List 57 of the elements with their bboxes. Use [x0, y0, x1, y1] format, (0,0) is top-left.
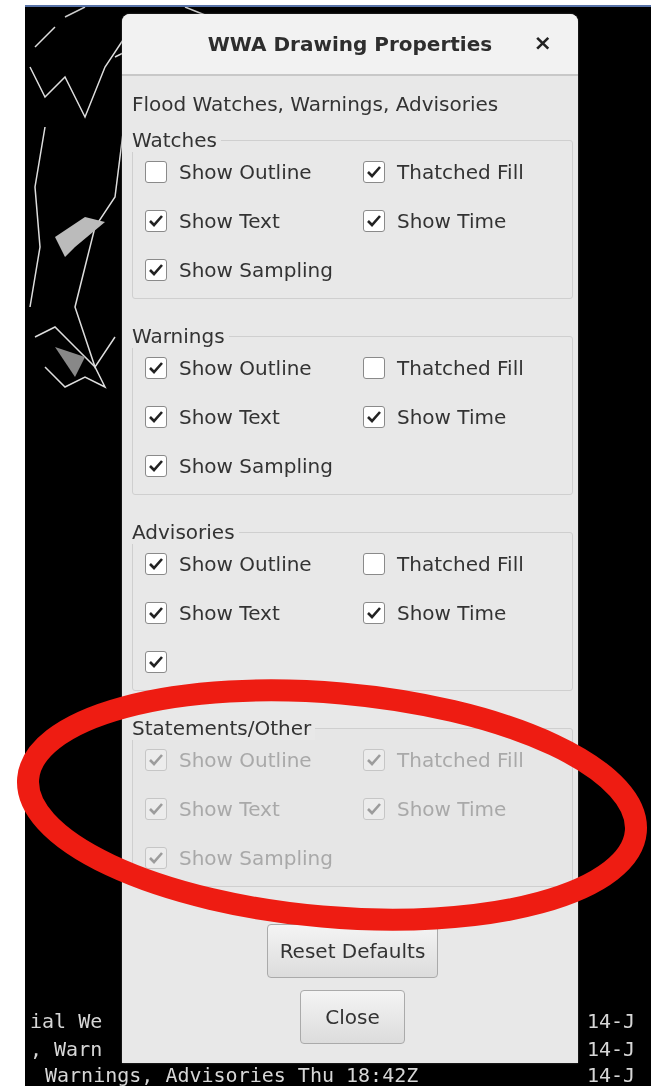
checked-checkbox[interactable]	[145, 356, 167, 379]
checked-checkbox[interactable]	[363, 209, 385, 232]
checkbox-label[interactable]: Thatched Fill	[397, 551, 524, 576]
checkbox-label[interactable]: Show Time	[397, 600, 507, 625]
checkmark-icon	[366, 213, 382, 228]
checkbox-label[interactable]: Show Sampling	[179, 257, 333, 282]
log-date: 14-J	[587, 1038, 636, 1060]
checkmark-icon	[148, 801, 164, 816]
checkmark-icon	[366, 801, 382, 816]
log-date: 14-J	[587, 1064, 636, 1086]
checked-checkbox[interactable]	[145, 258, 167, 281]
checkmark-icon	[366, 164, 382, 179]
checkmark-icon	[148, 213, 164, 228]
checked-checkbox[interactable]	[145, 552, 167, 575]
checkbox[interactable]	[363, 356, 385, 379]
checkmark-icon	[148, 605, 164, 620]
close-button[interactable]: ×	[529, 30, 556, 55]
log-text: Warnings, Advisories Thu 18:42Z	[45, 1064, 419, 1086]
checkmark-icon	[366, 409, 382, 424]
checked-checkbox[interactable]	[363, 405, 385, 428]
log-text: , Warn	[30, 1038, 103, 1060]
checkmark-icon	[148, 752, 164, 767]
checkbox-label[interactable]: Show Sampling	[179, 453, 333, 478]
checkmark-icon	[148, 360, 164, 375]
checkmark-icon	[366, 752, 382, 767]
checkbox-label[interactable]: Show Text	[179, 404, 280, 429]
checked-checkbox[interactable]	[145, 454, 167, 477]
log-date: 14-J	[587, 1010, 636, 1032]
log-text: ial We	[30, 1010, 103, 1032]
window-title: WWA Drawing Properties	[207, 32, 493, 56]
checkbox-label[interactable]: Show Time	[397, 404, 507, 429]
checkbox-label[interactable]: Show Text	[179, 208, 280, 233]
checkmark-icon	[148, 458, 164, 473]
checkbox-label[interactable]: Show Outline	[179, 159, 312, 184]
checkbox-label[interactable]: Show Text	[179, 600, 280, 625]
checkmark-icon	[148, 654, 164, 669]
checked-checkbox[interactable]	[363, 160, 385, 183]
close-button[interactable]: Close	[300, 990, 405, 1044]
reset-button[interactable]: Reset Defaults	[266, 924, 439, 978]
checked-checkbox[interactable]	[145, 209, 167, 232]
checkbox[interactable]	[363, 552, 385, 575]
checkmark-icon	[366, 605, 382, 620]
dialog-heading: Flood Watches, Warnings, Advisories	[132, 92, 500, 116]
checkbox-label[interactable]: Show Outline	[179, 551, 312, 576]
checked-checkbox[interactable]	[145, 601, 167, 624]
checked-checkbox[interactable]	[145, 650, 167, 673]
checkbox-label[interactable]: Show Outline	[179, 355, 312, 380]
checkbox-label[interactable]: Thatched Fill	[397, 355, 524, 380]
checkmark-icon	[148, 262, 164, 277]
checked-checkbox[interactable]	[363, 601, 385, 624]
checkmark-icon	[148, 850, 164, 865]
checkbox-label[interactable]: Show Time	[397, 208, 507, 233]
checkmark-icon	[148, 556, 164, 571]
checkbox-label[interactable]: Thatched Fill	[397, 159, 524, 184]
checkmark-icon	[148, 409, 164, 424]
checked-checkbox[interactable]	[145, 405, 167, 428]
checkbox[interactable]	[145, 160, 167, 183]
